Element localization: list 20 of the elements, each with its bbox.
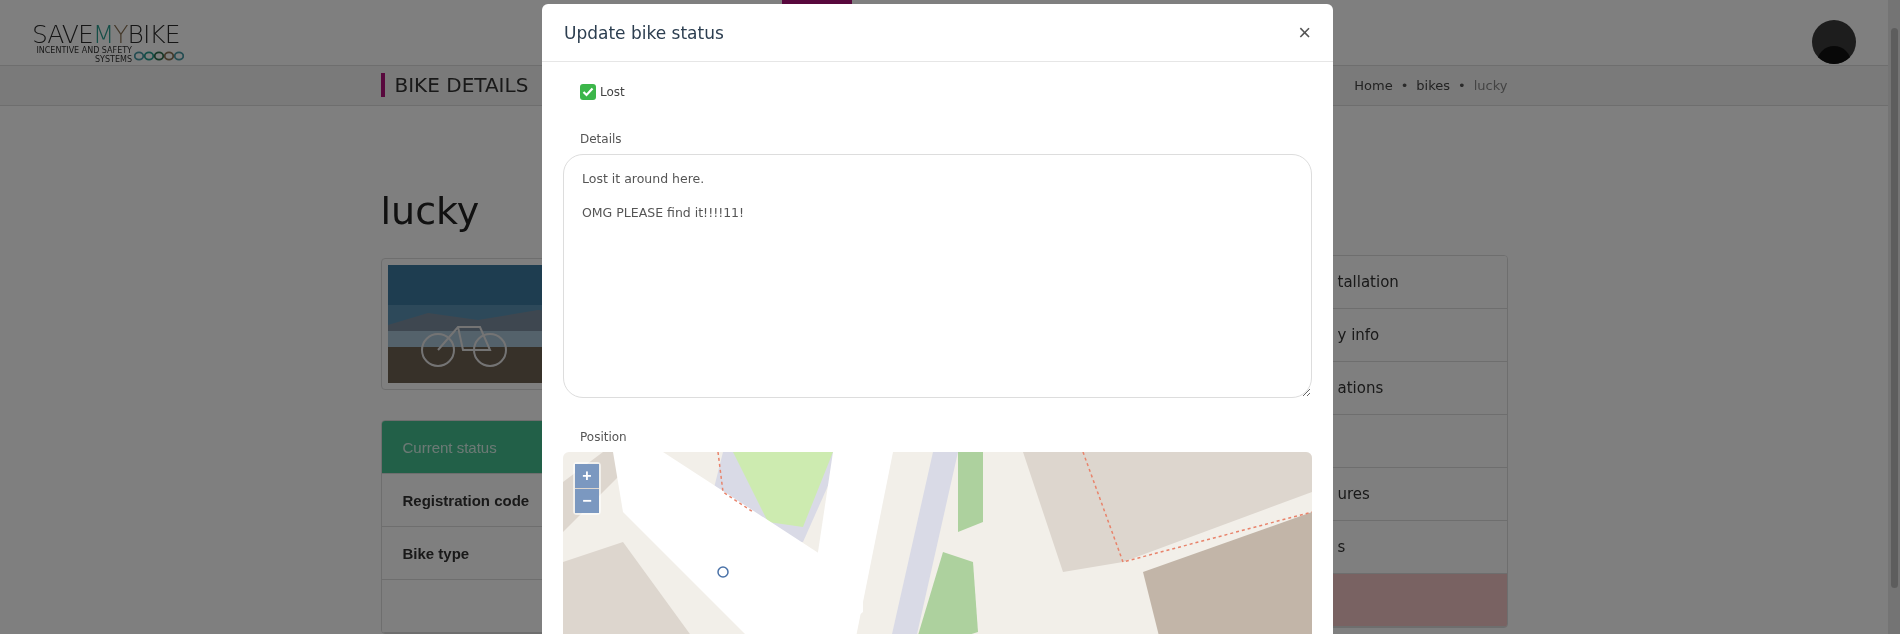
logo-tagline: INCENTIVE AND SAFETY SYSTEMS [35, 47, 132, 65]
field-label: Details [580, 132, 623, 146]
modal-title: Update bike status [564, 22, 724, 43]
page-title: BIKE DETAILS [380, 73, 529, 98]
zoom-in-button[interactable]: + [575, 464, 599, 488]
lost-checkbox[interactable] [580, 84, 596, 100]
details-field[interactable]: Lost it around here. OMG PLEASE find it!!!!11! [563, 154, 1312, 398]
bullet-separator: • [1400, 77, 1409, 93]
breadcrumb-link[interactable]: Home [1354, 77, 1393, 93]
zoom-out-button[interactable]: − [575, 489, 599, 513]
scrollbar[interactable] [1888, 0, 1900, 634]
field-label: Position [580, 430, 628, 444]
avatar-icon[interactable] [1812, 20, 1856, 64]
bike-name: lucky [380, 188, 480, 235]
bullet-separator: • [1458, 77, 1466, 93]
close-button[interactable]: × [1298, 21, 1311, 44]
chain-icon [134, 50, 184, 61]
breadcrumb-link[interactable]: bikes [1416, 77, 1451, 93]
checkbox-label: Lost [600, 85, 625, 99]
logo-wordmark: SAVEMYBIKE [32, 22, 181, 47]
